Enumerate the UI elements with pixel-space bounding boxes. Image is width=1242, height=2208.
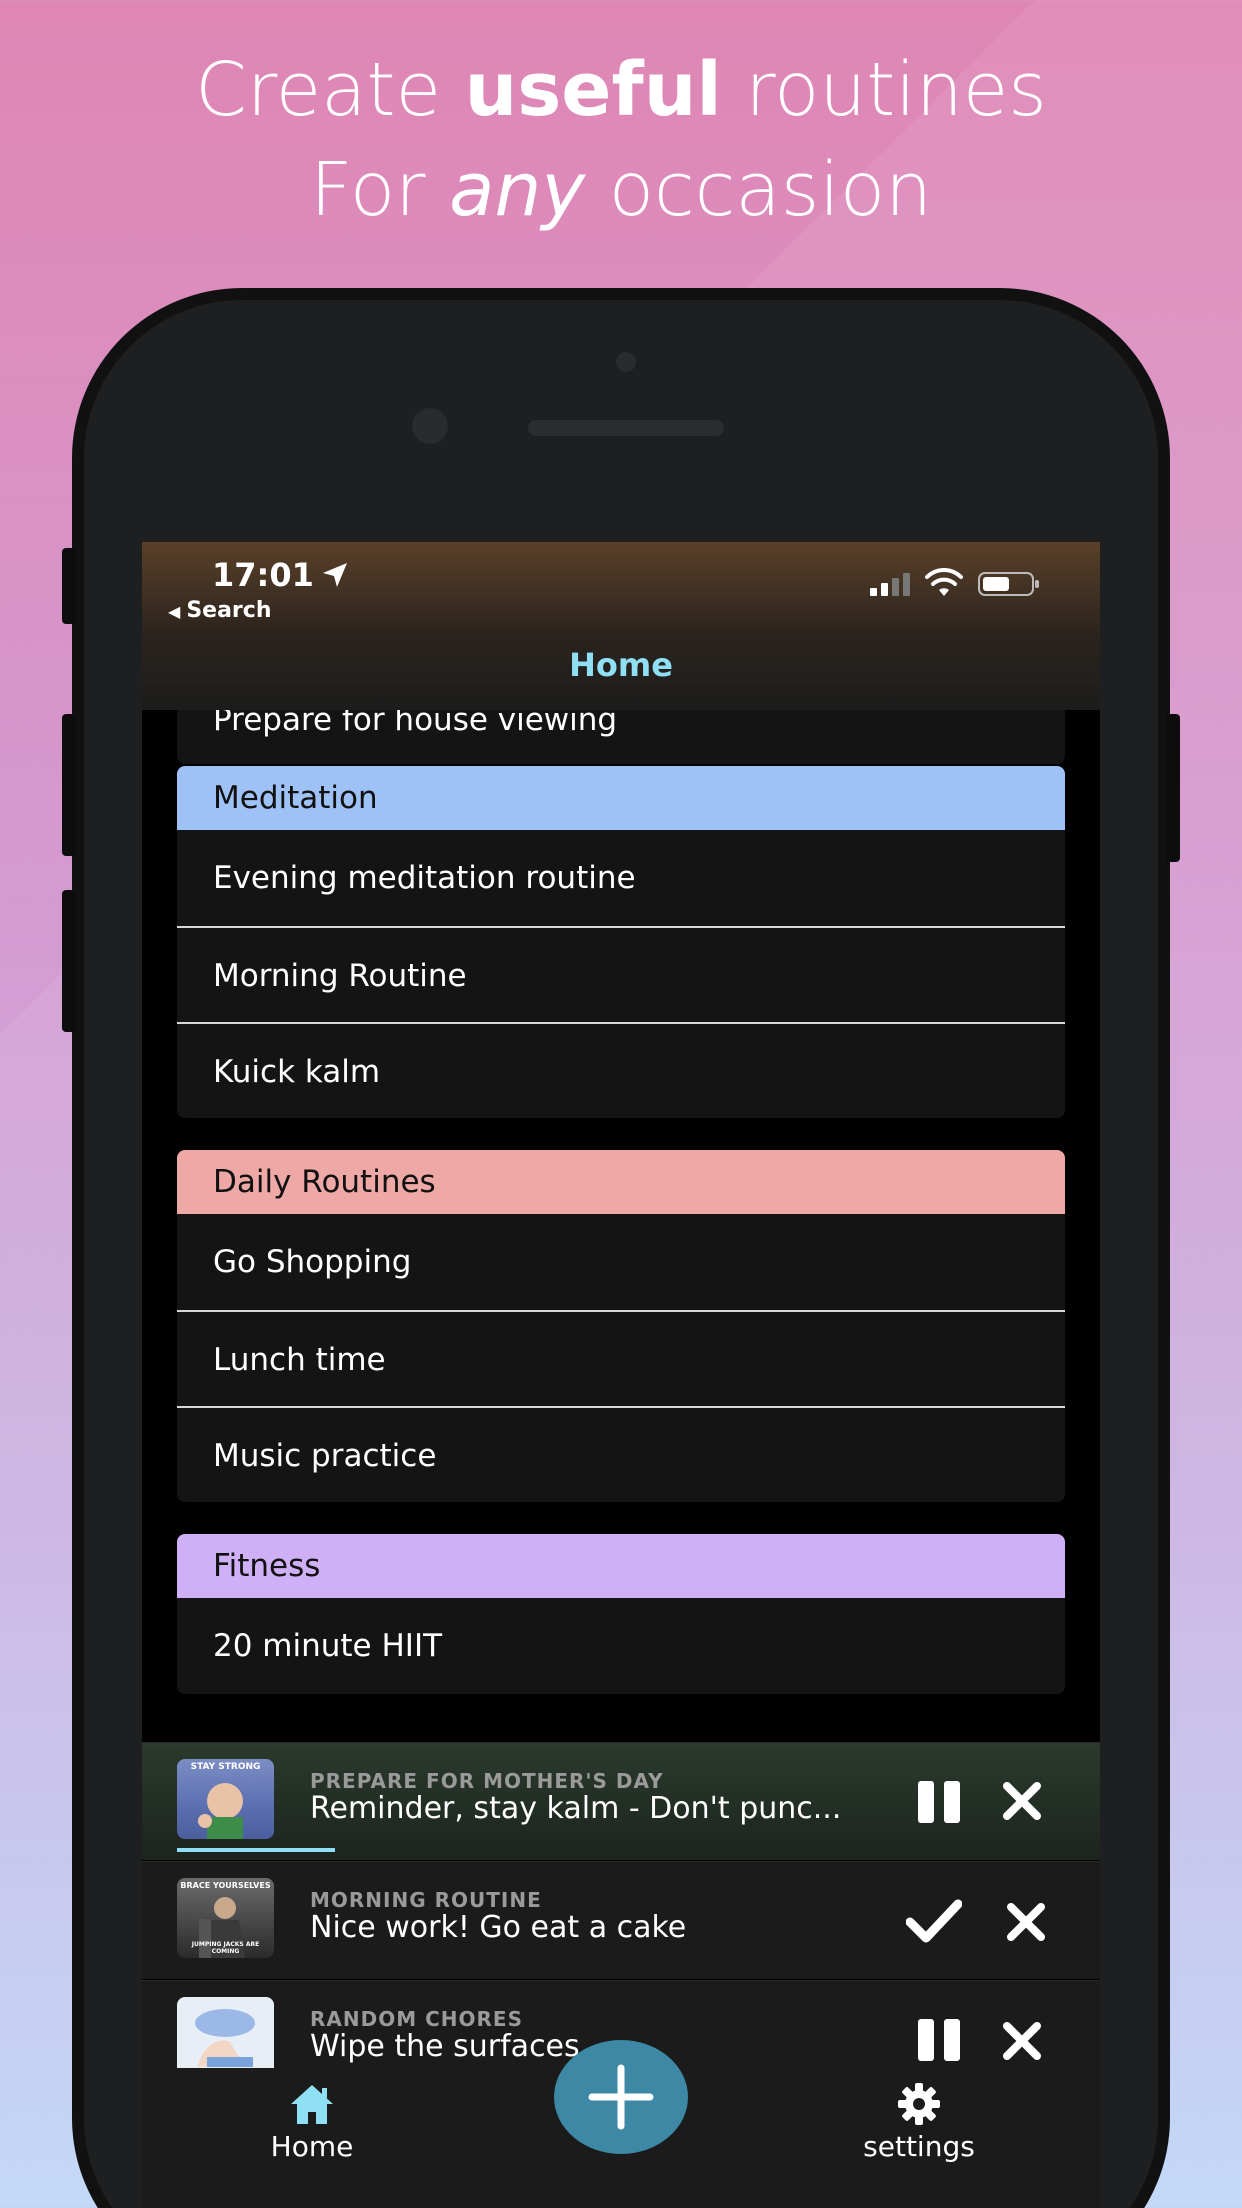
progress-bar (177, 1848, 335, 1852)
phone-button (1166, 714, 1180, 862)
group-header: Fitness (177, 1534, 1065, 1598)
routine-list: Prepare for house viewing Meditation Eve… (142, 710, 1100, 1750)
tab-settings[interactable]: settings (854, 2082, 984, 2163)
headline-line-2: For any occasion (309, 147, 932, 233)
group-header: Meditation (177, 766, 1065, 830)
phone-sensor (616, 352, 636, 372)
list-item[interactable]: Music practice (177, 1406, 1065, 1502)
location-arrow-icon (323, 563, 347, 587)
close-icon[interactable] (1000, 2019, 1044, 2063)
list-item[interactable]: Evening meditation routine (177, 830, 1065, 926)
app-screen: 17:01 ◀ Search Home Prepare for house vie… (142, 542, 1100, 2208)
pause-icon[interactable] (912, 2015, 968, 2065)
home-icon (291, 2085, 333, 2124)
list-item[interactable]: Kuick kalm (177, 1022, 1065, 1118)
routine-name: PREPARE FOR MOTHER'S DAY (310, 1769, 664, 1793)
now-playing-item[interactable]: BRACE YOURSELVES JUMPING JACKS ARE COMIN… (142, 1861, 1100, 1979)
phone-camera (412, 408, 448, 444)
thumbnail-image: STAY STRONG (177, 1759, 274, 1839)
list-item[interactable]: Lunch time (177, 1310, 1065, 1406)
thumbnail-image: BRACE YOURSELVES JUMPING JACKS ARE COMIN… (177, 1878, 274, 1958)
group-header: Daily Routines (177, 1150, 1065, 1214)
thumbnail-image (177, 1997, 274, 2077)
phone-button (62, 548, 76, 624)
phone-speaker (528, 420, 724, 436)
tab-settings-label: settings (863, 2130, 975, 2163)
plus-icon (588, 2064, 654, 2130)
tab-home-label: Home (270, 2130, 354, 2163)
group-fitness: Fitness 20 minute HIIT (177, 1534, 1065, 1694)
headline: Create useful routines For any occasion (0, 40, 1242, 240)
step-text: Reminder, stay kalm - Don't punc... (310, 1791, 842, 1826)
close-icon[interactable] (1004, 1900, 1048, 1944)
back-to-search-link[interactable]: ◀ Search (168, 598, 271, 623)
list-item[interactable]: Go Shopping (177, 1214, 1065, 1310)
list-item[interactable]: 20 minute HIIT (177, 1598, 1065, 1694)
status-time: 17:01 (212, 556, 314, 594)
pause-icon[interactable] (912, 1777, 968, 1827)
list-item[interactable]: Morning Routine (177, 926, 1065, 1022)
gear-icon (898, 2083, 940, 2125)
routine-name: MORNING ROUTINE (310, 1888, 542, 1912)
battery-icon (978, 572, 1039, 596)
phone-button (62, 714, 76, 856)
routine-name: RANDOM CHORES (310, 2007, 523, 2031)
step-text: Wipe the surfaces (310, 2029, 580, 2064)
tab-bar: Home settings (142, 2040, 1100, 2208)
wifi-icon (925, 568, 963, 596)
group-meditation: Meditation Evening meditation routine Mo… (177, 766, 1065, 1118)
headline-line-1: Create useful routines (195, 47, 1047, 133)
phone-button (62, 890, 76, 1032)
group-daily-routines: Daily Routines Go Shopping Lunch time Mu… (177, 1150, 1065, 1502)
cellular-signal-icon (870, 573, 910, 596)
add-routine-button[interactable] (554, 2040, 688, 2154)
list-item[interactable]: Prepare for house viewing (177, 710, 1065, 764)
close-icon[interactable] (1000, 1779, 1044, 1823)
status-bar: 17:01 ◀ Search Home (142, 542, 1100, 710)
now-playing-item[interactable]: STAY STRONG PREPARE FOR MOTHER'S DAY Rem… (142, 1742, 1100, 1860)
check-icon[interactable] (906, 1896, 962, 1946)
step-text: Nice work! Go eat a cake (310, 1910, 687, 1945)
back-arrow-icon: ◀ (168, 602, 181, 621)
page-title: Home (569, 646, 673, 684)
tab-home[interactable]: Home (252, 2082, 372, 2163)
